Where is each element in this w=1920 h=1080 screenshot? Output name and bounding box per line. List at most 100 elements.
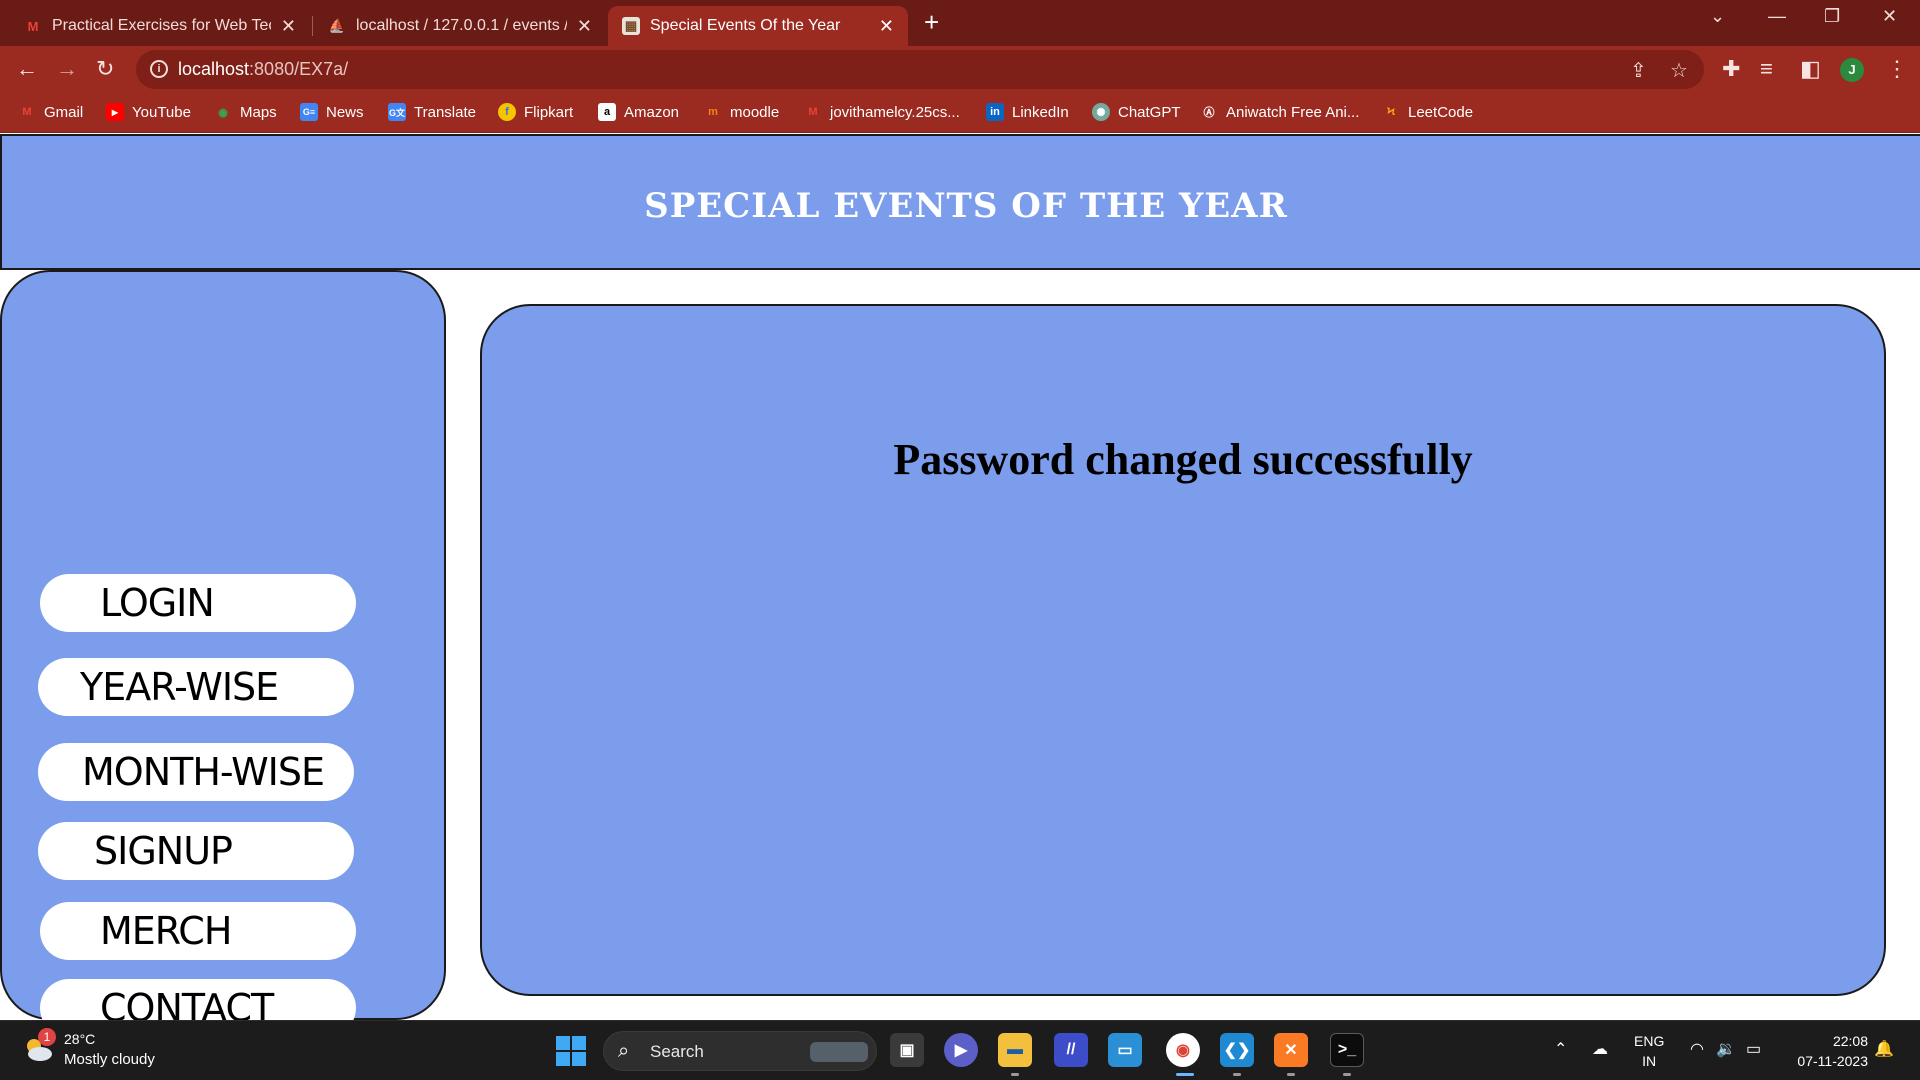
language-indicator[interactable]: ENG IN xyxy=(1634,1031,1664,1071)
translate-icon: G文 xyxy=(388,103,406,121)
nav-merch-button[interactable]: MERCH xyxy=(40,902,356,960)
address-bar[interactable]: i localhost:8080/EX7a/ ⇪ ☆ xyxy=(136,50,1704,89)
nav-month-wise-button[interactable]: MONTH-WISE xyxy=(38,743,354,801)
bookmark-linkedin[interactable]: in LinkedIn xyxy=(986,103,1069,121)
chatgpt-icon: ✺ xyxy=(1092,103,1110,121)
bookmark-news[interactable]: G≡ News xyxy=(300,103,364,121)
gmail-icon: M xyxy=(808,106,818,118)
taskbar-search[interactable]: ⌕ Search xyxy=(603,1031,877,1071)
close-tab-icon[interactable]: ✕ xyxy=(879,16,894,37)
moodle-icon: m xyxy=(708,106,718,118)
nav-signup-button[interactable]: SIGNUP xyxy=(38,822,354,880)
vscode-icon[interactable]: ❮❯ xyxy=(1220,1033,1254,1067)
phpmyadmin-icon: ⛵ xyxy=(328,18,346,33)
tab-title: Practical Exercises for Web Techr xyxy=(52,17,271,34)
taskbar: 1 28°C Mostly cloudy ⌕ Search ▣ ▶ ▬ // ▭… xyxy=(0,1020,1920,1080)
bookmark-leetcode[interactable]: Ϟ LeetCode xyxy=(1382,103,1473,121)
region-code: IN xyxy=(1642,1053,1657,1069)
search-highlight-image xyxy=(810,1042,868,1062)
task-view-icon[interactable]: ▣ xyxy=(890,1033,924,1067)
bookmark-jovithamelcy[interactable]: Mjovithamelcy.25cs... xyxy=(804,103,960,121)
bookmark-label: ChatGPT xyxy=(1118,103,1181,121)
tab-phpmyadmin[interactable]: ⛵ localhost / 127.0.0.1 / events / sı ✕ xyxy=(314,6,606,46)
bookmark-label: YouTube xyxy=(132,103,191,121)
search-icon: ⌕ xyxy=(618,1040,630,1062)
onedrive-offline-icon[interactable]: ☁ xyxy=(1592,1039,1608,1059)
nav-login-button[interactable]: LOGIN xyxy=(40,574,356,632)
tab-title: localhost / 127.0.0.1 / events / sı xyxy=(356,17,567,34)
aniwatch-icon: Ⓐ xyxy=(1203,107,1215,119)
side-panel-icon[interactable]: ◧ xyxy=(1800,56,1821,82)
status-message: Password changed successfully xyxy=(893,435,1473,484)
weather-temperature: 28°C xyxy=(64,1031,96,1047)
profile-avatar[interactable]: J xyxy=(1840,58,1864,82)
close-window-icon[interactable]: ✕ xyxy=(1882,6,1897,27)
bookmark-label: Gmail xyxy=(44,103,84,121)
windows-start-icon[interactable] xyxy=(556,1036,586,1066)
bookmark-label: jovithamelcy.25cs... xyxy=(830,103,960,121)
close-tab-icon[interactable]: ✕ xyxy=(577,16,592,37)
system-clock[interactable]: 22:08 07-11-2023 xyxy=(1786,1031,1868,1071)
tab-title: Special Events Of the Year xyxy=(650,17,841,34)
tab-search-icon[interactable]: ⌄ xyxy=(1710,6,1725,27)
restore-icon[interactable]: ❐ xyxy=(1824,6,1840,27)
site-header: SPECIAL EVENTS OF THE YEAR xyxy=(0,134,1920,270)
bookmark-moodle[interactable]: m moodle xyxy=(704,103,779,121)
wifi-icon[interactable]: ◠ xyxy=(1690,1039,1704,1059)
bookmark-youtube[interactable]: ▶ YouTube xyxy=(106,103,191,121)
bookmark-gmail[interactable]: M Gmail xyxy=(18,103,83,121)
bookmark-label: LinkedIn xyxy=(1012,103,1069,121)
running-indicator xyxy=(1011,1073,1019,1076)
chrome-icon[interactable]: ◉ xyxy=(1166,1033,1200,1067)
nav-year-wise-button[interactable]: YEAR-WISE xyxy=(38,658,354,716)
minimize-icon[interactable]: — xyxy=(1768,6,1786,27)
youtube-icon: ▶ xyxy=(106,103,124,121)
tab-special-events[interactable]: ▦ Special Events Of the Year ✕ xyxy=(608,6,908,46)
extensions-icon[interactable]: ✚ xyxy=(1722,56,1740,82)
remote-desktop-icon[interactable]: ▭ xyxy=(1108,1033,1142,1067)
reload-icon[interactable]: ↻ xyxy=(96,56,114,82)
teams-chat-icon[interactable]: ▶ xyxy=(944,1033,978,1067)
bookmark-star-icon[interactable]: ☆ xyxy=(1670,58,1688,83)
back-icon[interactable]: ← xyxy=(16,56,38,82)
file-explorer-icon[interactable]: ▬ xyxy=(998,1033,1032,1067)
bookmark-chatgpt[interactable]: ✺ ChatGPT xyxy=(1092,103,1181,121)
volume-icon[interactable]: 🔉 xyxy=(1716,1039,1736,1059)
nav-contact-button[interactable]: CONTACT xyxy=(40,979,356,1020)
notification-bell-icon[interactable]: 🔔 xyxy=(1874,1039,1894,1059)
menu-kebab-icon[interactable]: ⋮ xyxy=(1886,56,1908,82)
terminal-icon[interactable]: >_ xyxy=(1330,1033,1364,1067)
bookmark-label: News xyxy=(326,103,364,121)
url-text[interactable]: localhost:8080/EX7a/ xyxy=(178,59,348,80)
browser-tab-bar: M Practical Exercises for Web Techr ✕ ⛵ … xyxy=(0,0,1920,46)
xampp-icon[interactable]: ✕ xyxy=(1274,1033,1308,1067)
battery-icon[interactable]: ▭ xyxy=(1746,1039,1761,1059)
running-indicator xyxy=(1233,1073,1241,1076)
bookmark-label: Aniwatch Free Ani... xyxy=(1226,103,1360,121)
weather-description: Mostly cloudy xyxy=(64,1051,155,1068)
bookmark-label: Maps xyxy=(240,103,277,121)
bookmark-flipkart[interactable]: f Flipkart xyxy=(498,103,573,121)
sidebar-nav: LOGIN YEAR-WISE MONTH-WISE SIGNUP MERCH … xyxy=(0,270,446,1020)
bookmark-amazon[interactable]: a Amazon xyxy=(598,103,679,121)
tab-separator xyxy=(312,16,313,36)
bookmark-label: Amazon xyxy=(624,103,680,121)
gmail-icon: M xyxy=(27,18,39,34)
tray-overflow-icon[interactable]: ⌃ xyxy=(1554,1039,1567,1059)
site-info-icon[interactable]: i xyxy=(150,60,168,78)
running-indicator xyxy=(1343,1073,1351,1076)
share-icon[interactable]: ⇪ xyxy=(1630,58,1647,83)
bookmark-maps[interactable]: ◉ Maps xyxy=(214,103,277,121)
bookmark-aniwatch[interactable]: Ⓐ Aniwatch Free Ani... xyxy=(1200,103,1360,121)
bookmark-translate[interactable]: G文 Translate xyxy=(388,103,476,121)
new-tab-button[interactable]: + xyxy=(924,8,939,36)
close-tab-icon[interactable]: ✕ xyxy=(281,16,296,37)
bookmark-label: Translate xyxy=(414,103,476,121)
forward-icon[interactable]: → xyxy=(56,56,78,82)
gmail-icon: M xyxy=(22,106,32,118)
url-host: localhost xyxy=(178,59,250,79)
leetcode-icon: Ϟ xyxy=(1386,106,1396,118)
tab-practical-exercises[interactable]: M Practical Exercises for Web Techr ✕ xyxy=(10,6,310,46)
reading-list-icon[interactable]: ≡ xyxy=(1760,56,1773,82)
photo-editor-icon[interactable]: // xyxy=(1054,1033,1088,1067)
